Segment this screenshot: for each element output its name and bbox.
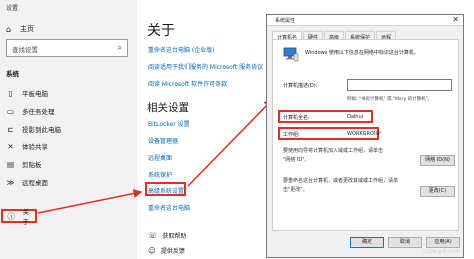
close-icon[interactable]: ✕ — [452, 15, 459, 24]
workgroup-value: WORKGROUP — [347, 131, 381, 137]
computer-description-input[interactable] — [347, 79, 452, 91]
cancel-button[interactable]: 取消 — [388, 237, 422, 248]
ok-button[interactable]: 确定 — [350, 237, 384, 248]
apply-button[interactable]: 应用(A) — [426, 237, 460, 248]
full-computer-name-label: 计算机全名: — [283, 115, 310, 121]
dialog-intro-text: Windows 使用以下信息在网络中标识这台计算机。 — [305, 50, 419, 56]
change-button[interactable]: 更改(C) — [420, 186, 455, 197]
computer-name-panel: Windows 使用以下信息在网络中标识这台计算机。 计算机描述(D): 例如:… — [272, 39, 459, 231]
arrow-about-to-advanced — [37, 189, 143, 214]
dialog-titlebar: 系统属性 ✕ — [267, 15, 463, 26]
rename-text-2: 击"更改"。 — [283, 187, 308, 193]
workgroup-label: 工作组: — [283, 132, 300, 138]
computer-description-label: 计算机描述(D): — [283, 83, 318, 89]
watermark: CSDN @学习大师 — [423, 250, 460, 255]
network-id-text-1: 要使用向导将计算机加入域或工作组，请单击 — [283, 148, 384, 154]
network-id-button[interactable]: 网络 ID(N) — [420, 155, 455, 166]
arrow-advanced-to-dialog — [187, 98, 274, 187]
network-id-text-2: "网络 ID"。 — [283, 157, 310, 163]
rename-text-1: 要重命名这台计算机，或者更改其域或工作组，请单 — [283, 178, 399, 184]
computer-description-example: 例如: "书房计算机" 或 "Mary 的计算机"。 — [347, 97, 433, 102]
dialog-title: 系统属性 — [275, 18, 296, 24]
computer-icon — [283, 47, 299, 62]
system-properties-dialog: 系统属性 ✕ 计算机名 硬件 高级 系统保护 远程 Windows 使用以下信息… — [266, 14, 464, 258]
full-computer-name-value: Daihui — [347, 114, 364, 120]
